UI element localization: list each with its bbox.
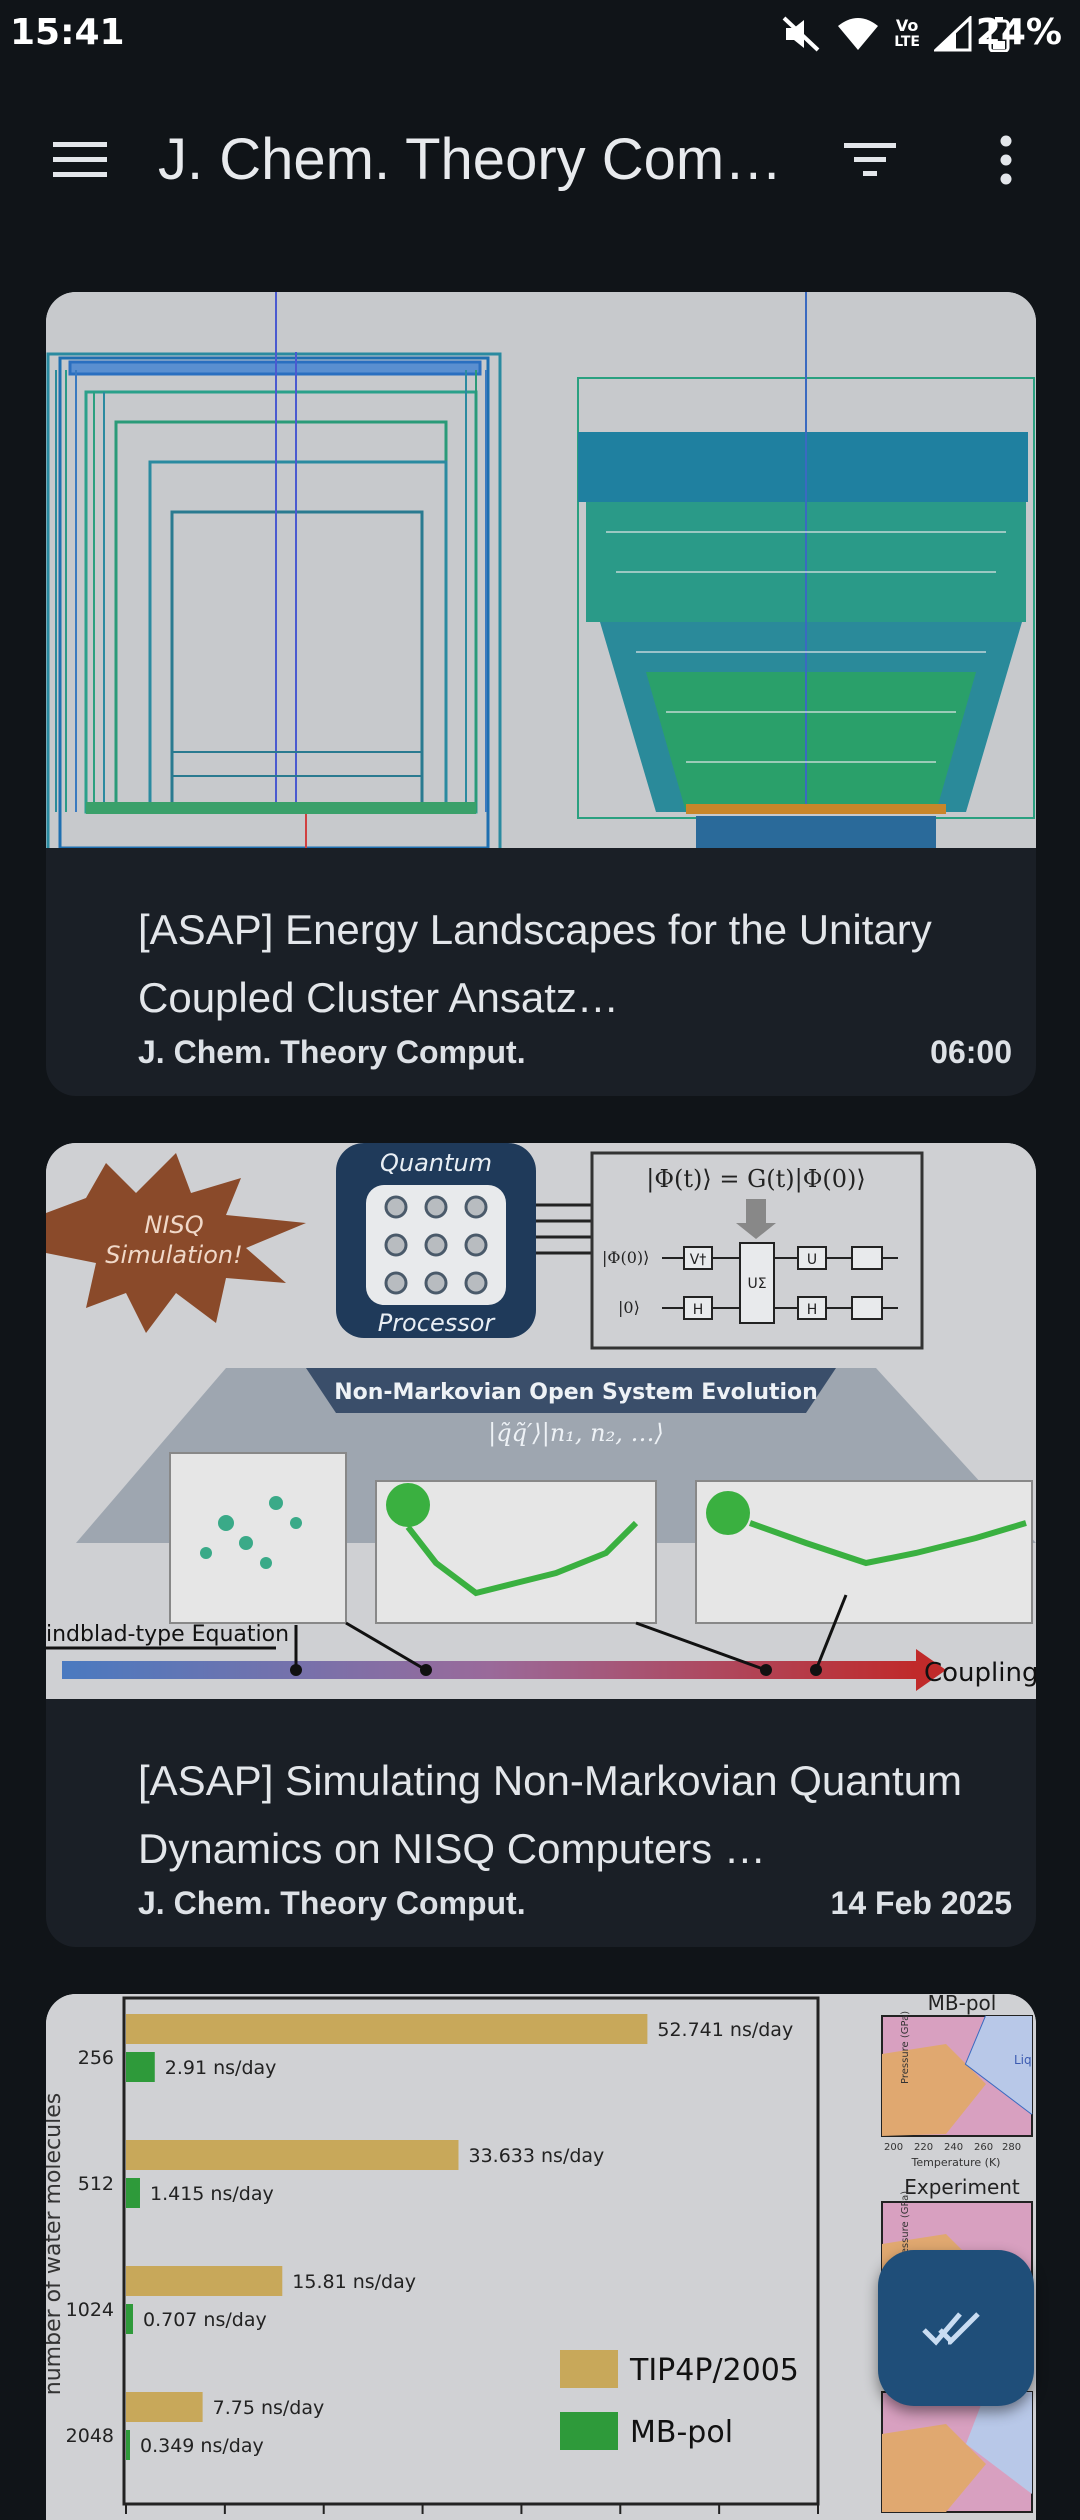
- svg-text:UΣ: UΣ: [747, 1276, 766, 1292]
- article-journal: J. Chem. Theory Comput.: [138, 1885, 526, 1921]
- bar-value-label: 33.633 ns/day: [468, 2145, 604, 2167]
- filter-icon: [844, 143, 896, 176]
- status-time: 15:41: [10, 12, 125, 53]
- bar-mb-pol-256: [126, 2052, 155, 2082]
- svg-text:indblad-type Equation: indblad-type Equation: [46, 1622, 289, 1647]
- article-image: NISQ Simulation! Quantum Processor |Φ(t)…: [46, 1143, 1036, 1699]
- mute-icon: [782, 16, 822, 52]
- bar-value-label: 0.349 ns/day: [140, 2435, 264, 2457]
- svg-text:Experiment: Experiment: [904, 2175, 1020, 2199]
- bar-value-label: 1.415 ns/day: [150, 2183, 274, 2205]
- volte-top: Vo: [895, 16, 919, 35]
- row-label: 1024: [66, 2299, 114, 2321]
- menu-icon: [53, 142, 107, 177]
- more-vert-icon: [1000, 135, 1012, 185]
- bar-value-label: 0.707 ns/day: [143, 2309, 267, 2331]
- article-image: [46, 292, 1036, 848]
- bar-tip4p-2005-1024: [126, 2266, 283, 2296]
- burst-text-2: Simulation!: [105, 1241, 242, 1269]
- bar-tip4p-2005-2048: [126, 2392, 203, 2422]
- svg-text:H: H: [807, 1302, 818, 1318]
- svg-text:Processor: Processor: [378, 1309, 497, 1337]
- svg-text:220: 220: [914, 2142, 933, 2153]
- volte-bottom: LTE: [894, 34, 920, 50]
- bar-tip4p-2005-256: [126, 2014, 648, 2044]
- bar-mb-pol-512: [126, 2178, 140, 2208]
- bar-value-label: 52.741 ns/day: [657, 2019, 793, 2041]
- legend-label-mbpol: MB-pol: [630, 2415, 733, 2450]
- article-card[interactable]: number of water molecules 52.741 ns/day 2…: [46, 1994, 1036, 2520]
- legend-swatch-tip4p: [560, 2350, 618, 2388]
- svg-text:Temperature (K): Temperature (K): [911, 2156, 1001, 2169]
- svg-text:280: 280: [1002, 2142, 1021, 2153]
- bar-value-label: 7.75 ns/day: [213, 2397, 325, 2419]
- article-card[interactable]: [ASAP] Energy Landscapes for the Unitary…: [46, 292, 1036, 1096]
- app-bar: J. Chem. Theory Com…: [0, 100, 1080, 220]
- more-options-button[interactable]: [966, 130, 1046, 190]
- svg-text:U: U: [807, 1252, 817, 1268]
- svg-text:|Φ(0)⟩: |Φ(0)⟩: [602, 1248, 649, 1267]
- svg-text:|Φ(t)⟩ = G(t)|Φ(0)⟩: |Φ(t)⟩ = G(t)|Φ(0)⟩: [646, 1165, 866, 1194]
- bar-value-label: 15.81 ns/day: [292, 2271, 416, 2293]
- wifi-icon: [836, 16, 880, 52]
- svg-text:Non-Markovian Open System Evol: Non-Markovian Open System Evolution: [334, 1380, 818, 1405]
- svg-text:260: 260: [974, 2142, 993, 2153]
- mark-all-read-button[interactable]: [878, 2250, 1034, 2406]
- signal-icon: [934, 16, 974, 52]
- article-card[interactable]: NISQ Simulation! Quantum Processor |Φ(t)…: [46, 1143, 1036, 1947]
- phase-panel-third: [881, 2391, 1033, 2513]
- bar-mb-pol-2048: [126, 2430, 130, 2460]
- svg-text:|0⟩: |0⟩: [618, 1298, 640, 1317]
- svg-text:H: H: [693, 1302, 704, 1318]
- svg-text:240: 240: [944, 2142, 963, 2153]
- svg-text:MB-pol: MB-pol: [928, 1994, 997, 2015]
- row-label: 2048: [66, 2425, 114, 2447]
- done-all-icon: [922, 2312, 980, 2346]
- bar-value-label: 2.91 ns/day: [165, 2057, 277, 2079]
- svg-text:Coupling: Coupling: [924, 1658, 1036, 1688]
- legend-label-tip4p: TIP4P/2005: [629, 2353, 799, 2388]
- svg-text:|q̃q̃′⟩|n₁, n₂, …⟩: |q̃q̃′⟩|n₁, n₂, …⟩: [488, 1419, 664, 1448]
- svg-text:200: 200: [884, 2142, 903, 2153]
- burst-text: NISQ: [144, 1211, 203, 1239]
- legend-swatch-mbpol: [560, 2412, 618, 2450]
- article-title: [ASAP] Simulating Non-Markovian Quantum …: [138, 1757, 963, 1872]
- article-time: 06:00: [930, 1034, 1012, 1070]
- app-title: J. Chem. Theory Com…: [158, 127, 783, 192]
- svg-text:Liq: Liq: [1014, 2053, 1032, 2067]
- bar-mb-pol-1024: [126, 2304, 133, 2334]
- article-time: 14 Feb 2025: [830, 1885, 1012, 1921]
- status-bar: 15:41 Vo LTE 24%: [0, 0, 1080, 70]
- battery-percent: 24%: [975, 12, 1062, 53]
- article-journal: J. Chem. Theory Comput.: [138, 1034, 526, 1070]
- bar-tip4p-2005-512: [126, 2140, 459, 2170]
- svg-text:V†: V†: [690, 1252, 707, 1268]
- volte-icon: Vo LTE: [894, 16, 920, 51]
- y-axis-label: number of water molecules: [46, 2093, 66, 2395]
- article-image: number of water molecules 52.741 ns/day 2…: [46, 1994, 1036, 2520]
- svg-text:Quantum: Quantum: [380, 1149, 492, 1177]
- svg-text:Pressure (GPa): Pressure (GPa): [900, 2011, 911, 2084]
- menu-button[interactable]: [40, 130, 120, 190]
- row-label: 512: [78, 2173, 114, 2195]
- filter-button[interactable]: [830, 130, 910, 190]
- row-label: 256: [78, 2047, 114, 2069]
- article-title: [ASAP] Energy Landscapes for the Unitary…: [138, 906, 932, 1021]
